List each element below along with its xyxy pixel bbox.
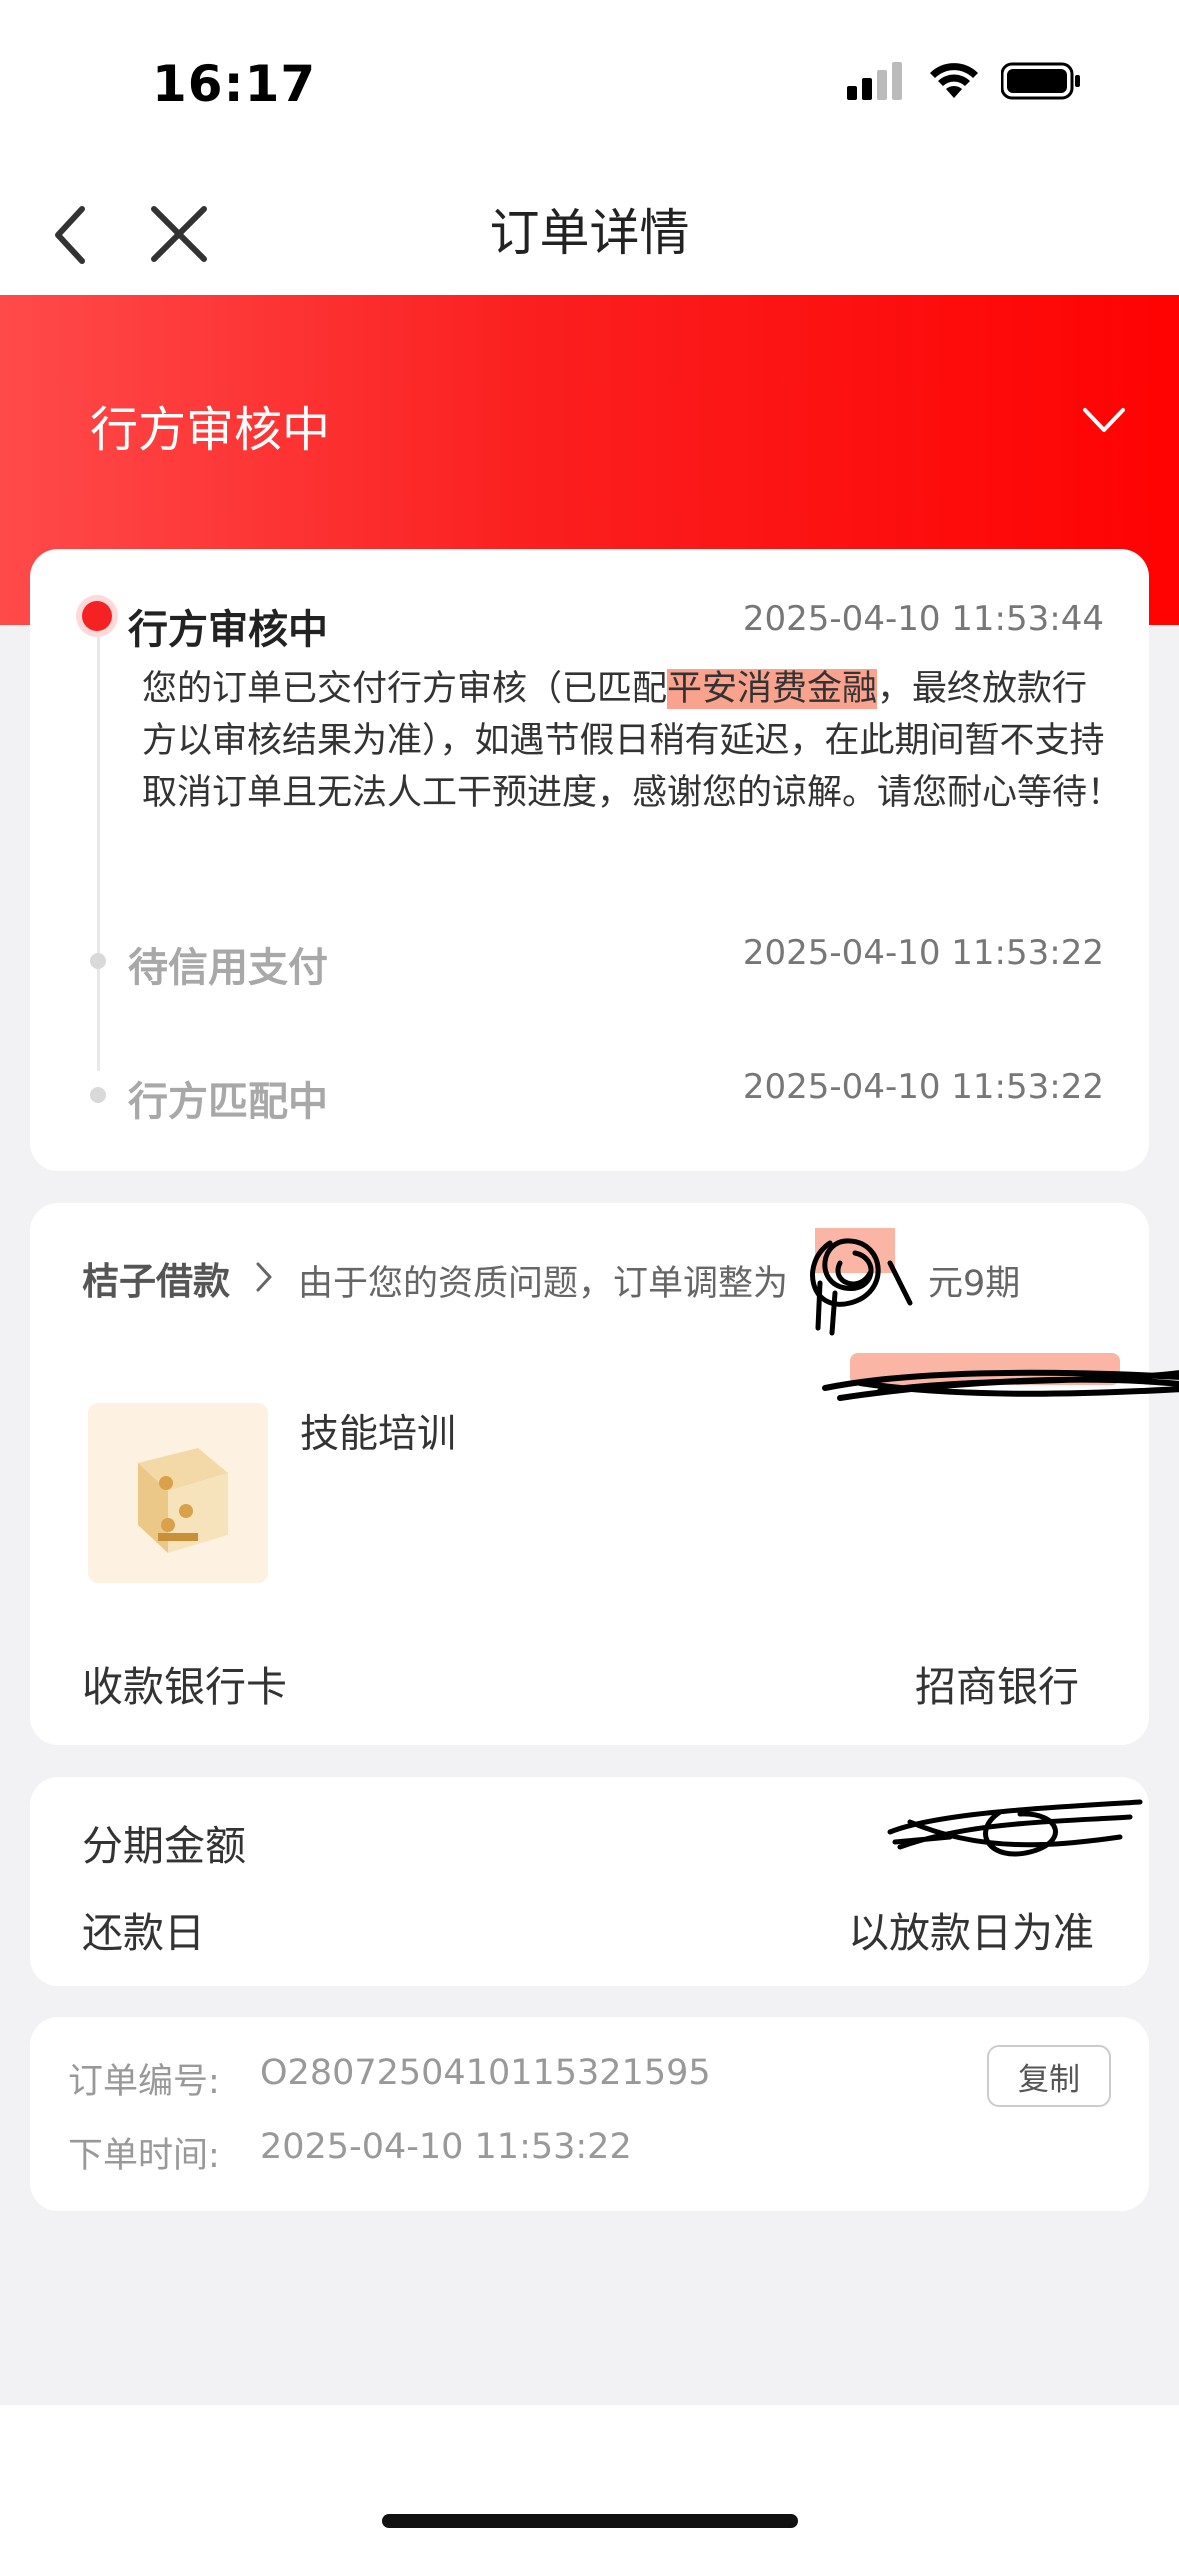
repayment-day-label: 还款日 [82,1909,205,1957]
chevron-right-icon[interactable] [250,1258,278,1296]
page-title: 订单详情 [489,204,690,262]
product-image [88,1403,268,1583]
installment-amount-label: 分期金额 [82,1822,246,1870]
description-text: 您的订单已交付行方审核（已匹配 [142,669,668,709]
order-number-value: O2807250410115321595 [260,2053,711,2093]
redaction-scribble [887,1799,1143,1857]
timeline-step-time: 2025-04-10 11:53:22 [742,933,1104,973]
order-time-label: 下单时间: [68,2136,220,2176]
chevron-down-icon[interactable] [1079,400,1129,440]
coin-box-icon [138,1448,228,1553]
status-bar: 16:17 [0,0,1179,175]
notice-text: 由于您的资质问题，订单调整为 [298,1264,789,1304]
bank-card-label: 收款银行卡 [82,1663,287,1711]
timeline-step-description: 您的订单已交付行方审核（已匹配平安消费金融，最终放款行方以审核结果为准），如遇节… [142,663,1122,819]
lender-name-highlight: 平安消费金融 [667,669,878,709]
installment-card: 分期金额 还款日 以放款日为准 [30,1777,1149,1986]
loan-brand-name[interactable]: 桔子借款 [82,1251,230,1305]
order-time-value: 2025-04-10 11:53:22 [260,2127,632,2167]
battery-icon [1001,62,1080,100]
timeline-dot [90,953,106,969]
loan-details-card: 桔子借款 由于您的资质问题，订单调整为 元9期 技能培训 收款银行卡 招商银行 [30,1203,1179,1745]
notice-text: 元9期 [928,1264,1021,1304]
status-icons [847,62,1081,100]
timeline-step-time: 2025-04-10 11:53:22 [742,1067,1104,1107]
repayment-day-value: 以放款日为准 [848,1909,1094,1957]
timeline-step-time: 2025-04-10 11:53:44 [742,599,1104,639]
nav-bar: 订单详情 [0,175,1179,295]
wifi-icon [930,63,978,98]
timeline-step-label: 行方审核中 [128,607,328,653]
status-banner-title: 行方审核中 [90,402,331,458]
timeline-dot [90,1087,106,1103]
copy-button[interactable]: 复制 [987,2045,1111,2107]
bank-card-value: 招商银行 [915,1663,1079,1711]
bottom-safe-area [0,2405,1179,2556]
redaction-scribble [822,1353,1179,1401]
redaction-scribble [810,1228,913,1336]
order-info-card: 订单编号: O2807250410115321595 复制 下单时间: 2025… [30,2017,1149,2211]
product-name: 技能培训 [300,1412,457,1457]
order-number-label: 订单编号: [68,2062,220,2102]
home-indicator[interactable] [382,2514,798,2528]
timeline-dot-active [82,601,112,631]
timeline-line [97,621,100,1071]
timeline-step-label: 行方匹配中 [128,1079,328,1125]
signal-icon [847,62,902,100]
status-time: 16:17 [152,55,317,113]
progress-timeline-card: 行方审核中 2025-04-10 11:53:44 您的订单已交付行方审核（已匹… [30,549,1149,1171]
timeline-step-label: 待信用支付 [128,945,328,991]
